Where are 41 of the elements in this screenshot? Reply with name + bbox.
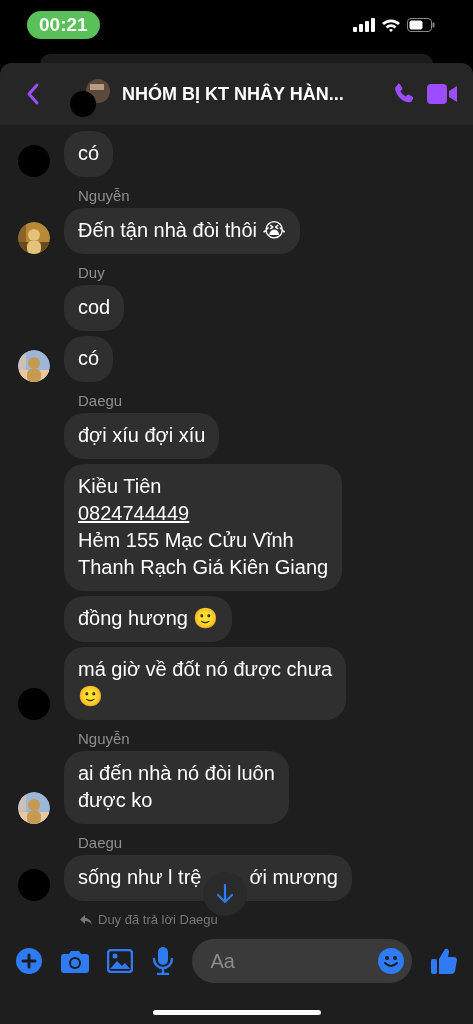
sender-name: Daegu <box>78 392 124 409</box>
text-input[interactable]: Aa <box>210 949 379 973</box>
reply-notice: Duy đã trả lời Daegu <box>98 913 218 927</box>
message-text: được ko <box>78 788 154 813</box>
microphone-icon[interactable] <box>151 947 174 975</box>
sender-name: Nguyễn <box>78 730 131 747</box>
message-text: đợi xíu đợi xíu <box>78 423 206 448</box>
add-icon[interactable] <box>16 948 42 974</box>
message-field[interactable]: Aa <box>192 939 413 983</box>
message-text: có <box>78 346 100 371</box>
message-text: Đến tận nhà đòi thôi 😭 <box>78 218 286 243</box>
video-camera-icon[interactable] <box>427 83 457 105</box>
image-icon[interactable] <box>107 949 134 973</box>
phone-link[interactable]: 0824744449 <box>78 500 329 527</box>
sender-name: Nguyễn <box>78 187 131 204</box>
camera-icon[interactable] <box>60 949 89 973</box>
message-text: sống như l trệ <box>78 865 202 890</box>
sender-name: Daegu <box>78 834 124 851</box>
clock: 00:21 <box>27 11 100 39</box>
emoji-icon[interactable] <box>378 948 405 974</box>
chat-title: NHÓM BỊ KT NHÂY HÀN... <box>122 83 345 105</box>
message-text: ới mương <box>249 865 338 890</box>
message-text: má giờ về đốt nó được chưa <box>78 657 333 682</box>
down-arrow-icon <box>217 884 234 904</box>
wifi-icon <box>381 18 401 32</box>
sender-name: Duy <box>78 264 106 281</box>
message-text: Hẻm 155 Mạc Cửu Vĩnh <box>78 528 295 553</box>
thumbs-up-icon[interactable] <box>430 947 457 975</box>
message-text: 🙂 <box>78 684 104 709</box>
scroll-down-button[interactable] <box>203 872 248 916</box>
message-text: Kiều Tiên <box>78 474 163 499</box>
battery-icon <box>407 18 435 32</box>
group-avatar-icon <box>68 78 112 118</box>
message-text: có <box>78 141 100 166</box>
back-icon[interactable] <box>26 82 40 106</box>
signal-icon <box>353 18 375 32</box>
reply-arrow-icon <box>80 915 92 925</box>
message-text: đồng hương 🙂 <box>78 606 219 631</box>
message-text: ai đến nhà nó đòi luôn <box>78 761 275 786</box>
message-text: Thanh Rạch Giá Kiên Giang <box>78 555 329 580</box>
message-text: cod <box>78 295 111 320</box>
